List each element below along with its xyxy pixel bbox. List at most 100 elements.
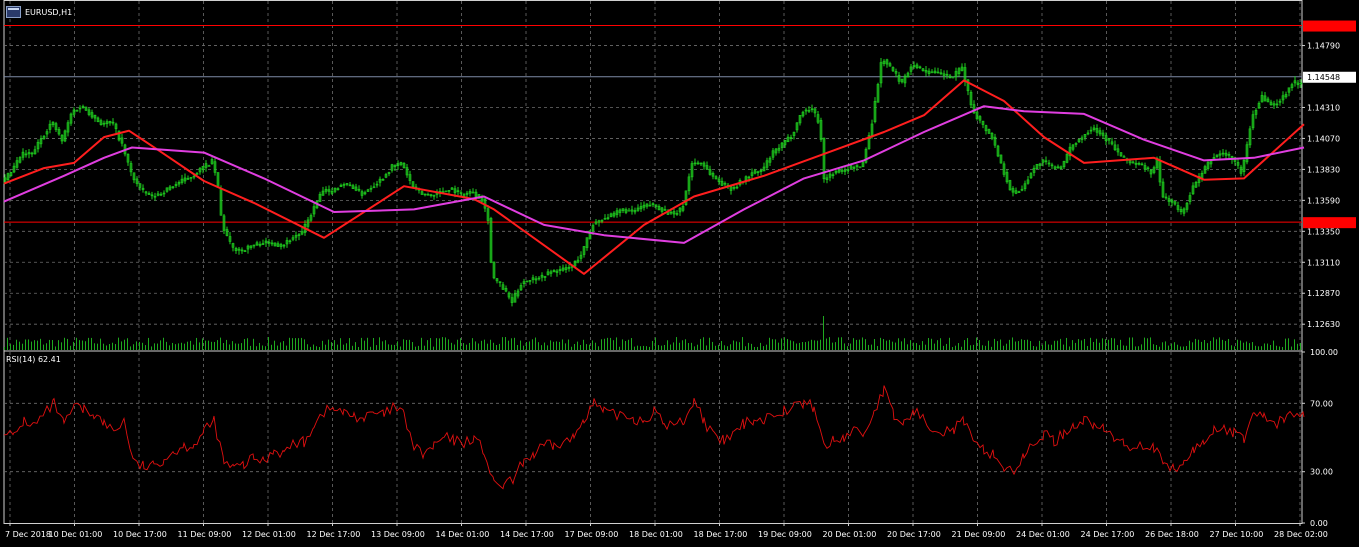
volume-bar <box>1087 345 1088 350</box>
volume-bar <box>58 340 59 350</box>
volume-bar <box>979 340 980 350</box>
volume-bar <box>106 345 107 350</box>
volume-bar <box>367 337 368 350</box>
volume-bar <box>676 337 677 350</box>
volume-bar <box>280 342 281 350</box>
time-tick-label: 20 Dec 01:00 <box>823 530 877 539</box>
volume-bar <box>1051 344 1052 350</box>
volume-bar <box>682 340 683 350</box>
axis-labels: 1.14790 1.14310 1.14070 1.13830 1.13590 1.133… <box>5 42 1340 539</box>
volume-bar <box>925 344 926 350</box>
volume-bar <box>37 340 38 350</box>
volume-bar <box>1231 345 1232 350</box>
volume-bar <box>919 345 920 350</box>
volume-bar <box>1006 343 1007 350</box>
volume-bar <box>1156 345 1157 350</box>
volume-bar <box>199 342 200 350</box>
moving-averages <box>3 79 1305 275</box>
volume-bar <box>751 343 752 350</box>
volume-bar <box>1207 343 1208 350</box>
volume-bar <box>1021 339 1022 350</box>
volume-bar <box>631 338 632 350</box>
volume-bar <box>1228 338 1229 350</box>
volume-bar <box>4 346 5 350</box>
volume-bar <box>847 346 848 350</box>
volume-bar <box>184 343 185 350</box>
volume-bar <box>331 342 332 350</box>
volume-bar <box>547 345 548 350</box>
volume-bar <box>1174 342 1175 350</box>
volume-bar <box>307 344 308 350</box>
volume-bar <box>142 342 143 350</box>
volume-bar <box>310 346 311 350</box>
volume-bar <box>247 338 248 350</box>
volume-bar <box>175 344 176 350</box>
volume-bar <box>169 345 170 350</box>
volume-bar <box>256 346 257 350</box>
volume-bar <box>1012 337 1013 350</box>
chart-window-icon <box>6 6 21 18</box>
volume-bar <box>514 337 515 350</box>
volume-bar <box>415 346 416 350</box>
volume-bar <box>361 337 362 350</box>
volume-bar <box>286 345 287 350</box>
volume-bar <box>262 345 263 350</box>
time-tick-label: 26 Dec 18:00 <box>1145 530 1199 539</box>
volume-bar <box>1000 339 1001 350</box>
volume-bar <box>895 342 896 350</box>
volume-bar <box>1180 346 1181 350</box>
volume-bar <box>1249 343 1250 350</box>
volume-bar <box>1183 346 1184 350</box>
time-tick-label: 24 Dec 17:00 <box>1081 530 1135 539</box>
volume-bar <box>76 337 77 350</box>
volume-bar <box>1069 346 1070 350</box>
ma-fast-line <box>3 79 1305 275</box>
volume-bar <box>601 339 602 350</box>
volume-bar <box>208 340 209 350</box>
volume-bar <box>775 339 776 350</box>
time-tick-label: 18 Dec 17:00 <box>694 530 748 539</box>
volume-bar <box>1285 338 1286 350</box>
volume-bar <box>466 344 467 350</box>
volume-bar <box>322 340 323 350</box>
volume-bar <box>955 345 956 350</box>
volume-bar <box>718 344 719 350</box>
volume-bar <box>1189 340 1190 350</box>
volume-bar <box>949 337 950 350</box>
volume-bar <box>1102 338 1103 350</box>
volume-bar <box>166 341 167 350</box>
volume-bar <box>103 343 104 350</box>
volume-bar <box>781 338 782 350</box>
volume-bar <box>163 337 164 350</box>
volume-bar <box>802 342 803 350</box>
volume-bar <box>1117 345 1118 350</box>
volume-bar <box>337 344 338 350</box>
volume-bar <box>427 340 428 350</box>
price-candles[interactable] <box>3 58 1303 307</box>
volume-bar <box>862 337 863 350</box>
volume-bar <box>1009 339 1010 350</box>
volume-bar <box>550 340 551 350</box>
volume-bar <box>553 341 554 350</box>
volume-bar <box>658 345 659 350</box>
candle-body <box>627 209 631 212</box>
volume-bar <box>853 338 854 350</box>
candle-body <box>207 165 211 167</box>
volume-bar <box>190 340 191 350</box>
volume-bar <box>1171 343 1172 350</box>
volume-bar <box>376 345 377 350</box>
volume-bar <box>118 337 119 350</box>
volume-bar <box>85 341 86 350</box>
volume-bar <box>1195 338 1196 350</box>
volume-bar <box>1282 346 1283 350</box>
volume-bar <box>625 340 626 350</box>
volume-bar <box>1063 344 1064 350</box>
volume-bar <box>1270 344 1271 350</box>
volume-bar <box>205 340 206 350</box>
volume-bar <box>100 338 101 350</box>
chart-root: 1.14548 1.14790 1.14310 1.14070 1.13830 1.13… <box>0 0 1359 547</box>
volume-bar <box>1279 346 1280 350</box>
volume-bar <box>850 343 851 350</box>
volume-bar <box>55 346 56 350</box>
volume-bar <box>796 343 797 350</box>
